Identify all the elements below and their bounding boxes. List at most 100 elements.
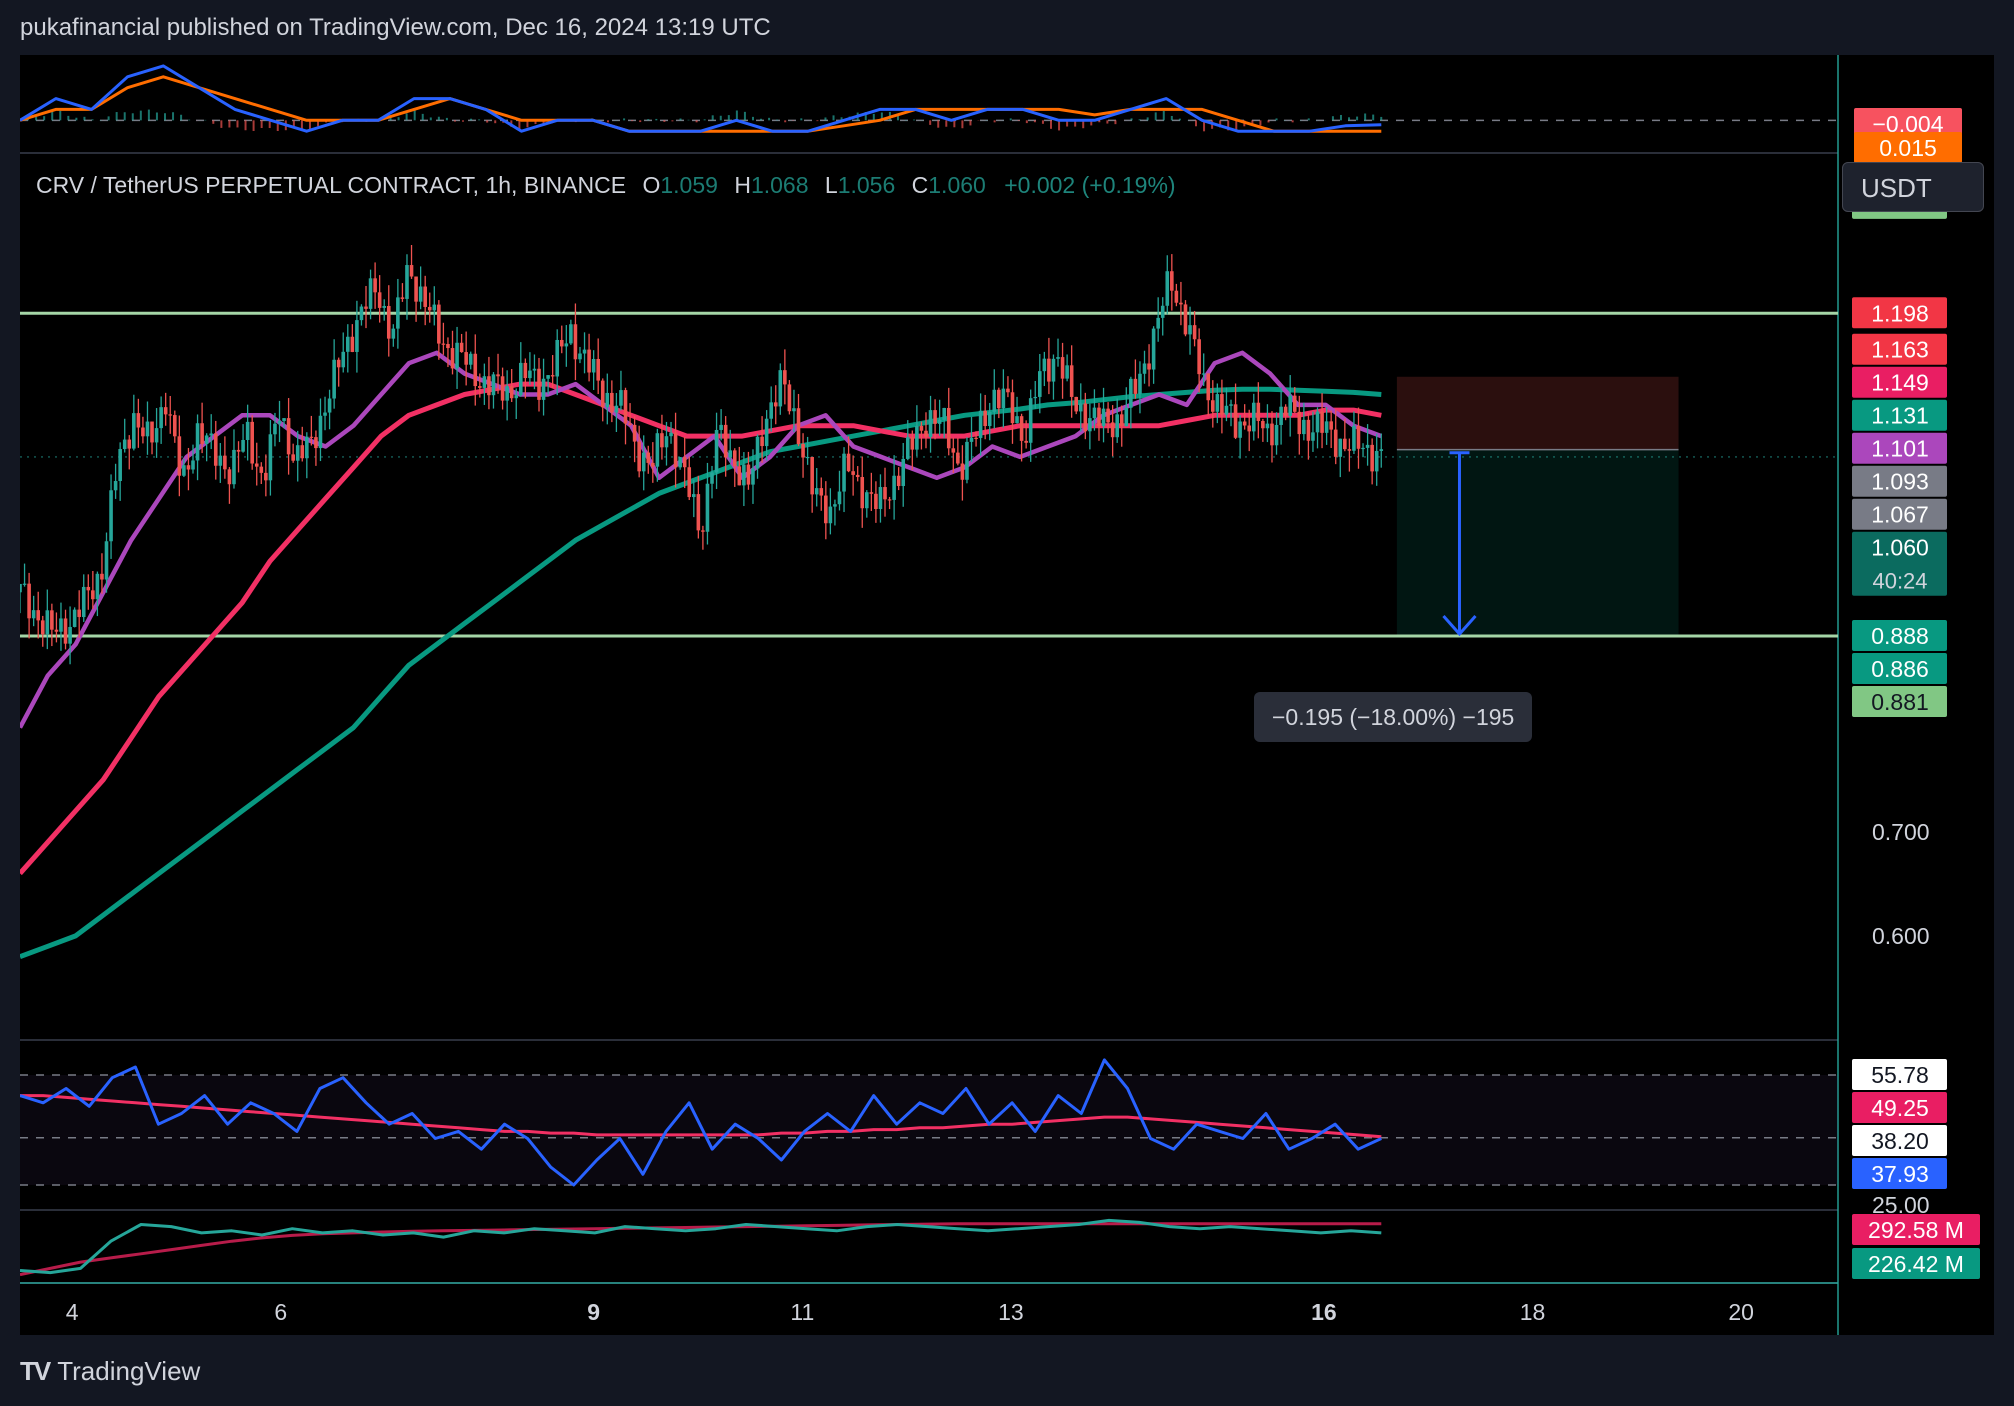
footer-brand[interactable]: TV TradingView xyxy=(20,1356,200,1387)
time-tick-label: 13 xyxy=(998,1299,1024,1325)
candle-body xyxy=(409,265,414,277)
candle-body xyxy=(910,437,915,450)
candle-body xyxy=(933,410,937,424)
candle-body xyxy=(1101,408,1106,426)
candle-body xyxy=(323,412,327,416)
candle-body xyxy=(1265,423,1270,429)
candle-body xyxy=(792,408,796,412)
candle-body xyxy=(1047,358,1051,382)
candle-body xyxy=(883,487,887,500)
candle-body xyxy=(664,436,669,448)
candle-body xyxy=(1215,394,1220,412)
candle-body xyxy=(300,445,305,459)
candle-body xyxy=(368,278,373,309)
high-value: 1.068 xyxy=(750,172,809,198)
candle-body xyxy=(327,398,332,413)
candle-body xyxy=(473,353,478,387)
candle-body xyxy=(359,306,364,321)
candle-body xyxy=(286,418,291,455)
candle-body xyxy=(596,358,600,381)
candle-body xyxy=(1010,392,1015,424)
candle-body xyxy=(787,384,792,412)
chart-svg[interactable]: 1.0000.7000.6001.3031.1981.1631.1491.131… xyxy=(18,55,1994,1335)
candle-body xyxy=(232,449,236,485)
candle-body xyxy=(1292,395,1297,412)
time-tick-label: 18 xyxy=(1520,1299,1546,1325)
candle-body xyxy=(1006,388,1010,393)
time-tick-label: 16 xyxy=(1311,1299,1337,1325)
candle-body xyxy=(887,499,892,501)
candle-body xyxy=(1370,444,1374,472)
candle-body xyxy=(755,436,760,469)
candle-body xyxy=(1315,411,1320,433)
ohlc-legend: CRV / TetherUS PERPETUAL CONTRACT, 1h, B… xyxy=(36,172,1176,199)
candle-body xyxy=(91,590,95,600)
candle-body xyxy=(1229,404,1233,406)
candle-body xyxy=(264,472,268,481)
candle-body xyxy=(1320,411,1324,433)
bar-countdown-label: 40:24 xyxy=(1872,569,1927,594)
candle-body xyxy=(619,390,623,406)
candle-body xyxy=(163,407,168,415)
candle-body xyxy=(746,464,751,485)
candle-body xyxy=(254,463,259,467)
candle-body xyxy=(582,349,587,354)
candle-body xyxy=(905,437,910,459)
candle-body xyxy=(305,436,309,459)
candle-body xyxy=(773,402,778,407)
candle-body xyxy=(660,433,664,448)
candle-body xyxy=(997,389,1001,409)
candle-body xyxy=(814,488,819,495)
candle-body xyxy=(1124,407,1129,427)
candle-body xyxy=(1247,425,1252,432)
candle-body xyxy=(1329,421,1333,430)
candle-body xyxy=(291,454,295,461)
candle-body xyxy=(186,465,191,470)
candle-body xyxy=(127,439,132,449)
candle-body xyxy=(796,408,801,445)
candle-body xyxy=(491,374,496,396)
price-label-value: 0.881 xyxy=(1871,689,1929,715)
candle-body xyxy=(655,433,660,467)
candle-body xyxy=(104,541,109,580)
ema-short-line xyxy=(18,350,1383,729)
candle-body xyxy=(564,343,569,347)
candle-body xyxy=(109,490,113,542)
candle-body xyxy=(1092,407,1097,419)
candle-body xyxy=(36,610,41,621)
chart-frame[interactable]: 1.0000.7000.6001.3031.1981.1631.1491.131… xyxy=(18,55,1994,1335)
candle-body xyxy=(1374,450,1379,472)
candle-body xyxy=(72,609,77,627)
currency-button[interactable]: USDT xyxy=(1842,162,1984,212)
candle-body xyxy=(828,506,833,524)
candle-body xyxy=(1065,365,1069,379)
candle-body xyxy=(669,432,673,437)
candle-body xyxy=(150,421,154,443)
measure-label: −0.195 (−18.00%) −195 xyxy=(1254,692,1533,742)
brand-name: TradingView xyxy=(57,1356,201,1386)
candle-body xyxy=(569,324,573,344)
candle-body xyxy=(901,458,906,487)
candle-body xyxy=(978,410,983,438)
time-tick-label: 4 xyxy=(66,1299,79,1325)
candle-body xyxy=(1179,302,1183,305)
candle-body xyxy=(1183,304,1188,335)
candle-body xyxy=(309,436,314,438)
candle-body xyxy=(1220,394,1224,415)
price-label-value: 1.131 xyxy=(1871,403,1929,429)
candle-body xyxy=(1110,422,1115,438)
candle-body xyxy=(1188,325,1192,335)
candle-body xyxy=(518,362,523,396)
candle-body xyxy=(600,380,605,408)
time-tick-label: 9 xyxy=(587,1299,600,1325)
symbol-title[interactable]: CRV / TetherUS PERPETUAL CONTRACT, 1h, B… xyxy=(36,172,626,198)
rsi-label-value: 38.20 xyxy=(1871,1128,1929,1154)
price-label-value: 1.067 xyxy=(1871,502,1929,528)
candle-body xyxy=(623,390,628,424)
candle-body xyxy=(1238,421,1242,438)
ema-long-line xyxy=(19,386,1382,960)
candle-body xyxy=(732,450,737,467)
candle-body xyxy=(1251,402,1256,432)
candle-body xyxy=(1288,395,1292,416)
candle-body xyxy=(528,370,532,379)
